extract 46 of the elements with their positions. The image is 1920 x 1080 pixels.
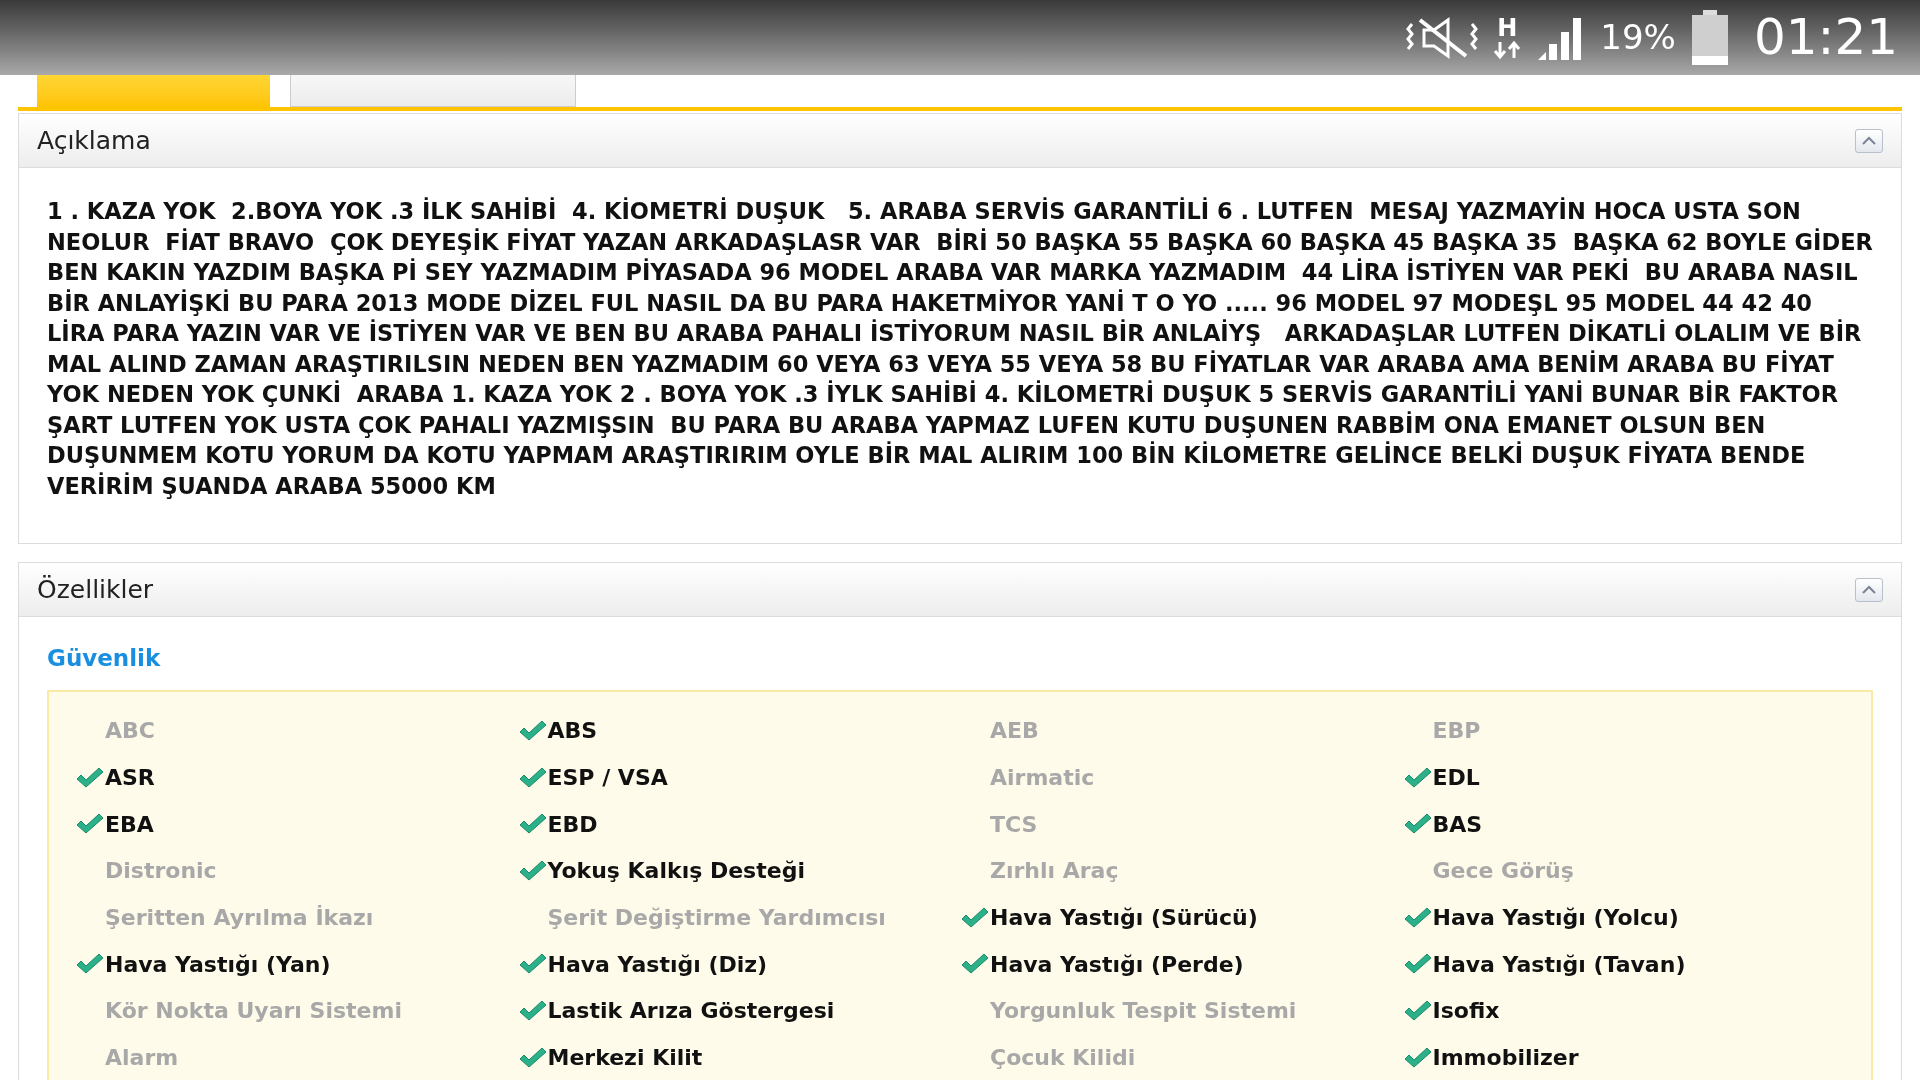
collapse-button[interactable] [1855,577,1883,602]
feature-label: Gece Görüş [1432,857,1574,886]
feature-label: TCS [990,810,1038,839]
data-arrows-icon [1492,39,1523,60]
battery-icon [1689,9,1730,66]
description-text: 1 . KAZA YOK 2.BOYA YOK .3 İLK SAHİBİ 4. KİOMETRİ DUŞUK 5. ARABA SERVİS GARANTİLİ 6 . LUTFEN MESAJ YAZMAYİN HOCA USTA SON NEOLUR FİAT BRAVO ÇOK DEYEŞİK FİYAT YAZAN ARKADAŞLASR VAR BİRİ 50 BAŞKA 55 BAŞKA 60 BAŞKA 45 BAŞKA 35 BAŞKA 62 BOYLE GİDER BEN KAKIN YAZDIM BAŞKA Pİ SEY YAZMADIM PİYASADA 96 MODEL ARABA VAR MARKA YAZMADIM 44 LİRA İSTİYEN VAR PEKİ BU ARABA NASIL BİR ANLAYİŞKİ BU PARA 2013 MODE DİZEL FUL NASIL DA BU PARA HAKETMİYOR YANİ T O YO ..... 96 MODEL 97 MODEŞL 95 MODEL 44 42 40 LİRA PARA YAZIN VAR VE İSTİYEN VAR VE BEN BU ARABA PAHALI İSTİYORUM NASIL BİR ANLAİYŞ ARKADAŞLAR LUTFEN DİKATLİ OLALIM VE BİR MAL ALIND ZAMAN ARAŞTIRILSIN NEDEN BEN YAZMADIM 60 VEYA 63 VEYA 55 VEYA 58 BU FİYATLAR VAR ARABA AMA BENİM ARABA BU FİYAT YOK NEDEN YOK ÇUNKİ ARABA 1. KAZA YOK 2 . BOYA YOK .3 İYLK SAHİBİ 4. KİLOMETRİ DUŞUK 5 SERVİS GARANTİLİ YANİ BUNAR BİR FAKTOR ŞART LUTFEN YOK USTA ÇOK PAHALI YAZMIŞSIN BU PARA BU ARABA YAPMAZ LUFEN KUTU DUŞUNEN RABBİM ONA EMANET OLSUN BEN DUŞUNMEM KOTU YORUM DA KOTU YAPMAM ARAŞTIRIRIM OYLE BİR MAL ALIRIM 100 BİN KİLOMETRE GELİNCE BELKİ DUŞUK FİYATA BENDE VERİRİM ŞUANDA ARABA 55000 KM [46,196,1874,501]
feature-label: Hava Yastığı (Sürücü) [990,904,1258,933]
feature-label: Yorgunluk Tespit Sistemi [990,997,1297,1026]
feature-label: Hava Yastığı (Yan) [105,950,331,979]
feature-label: Hava Yastığı (Tavan) [1432,950,1686,979]
feature-label: Hava Yastığı (Perde) [990,950,1244,979]
chevron-up-icon [1861,134,1877,147]
collapse-button[interactable] [1855,128,1883,153]
chevron-up-icon [1861,583,1877,596]
feature-label: Zırhlı Araç [990,857,1119,886]
mute-icon [1406,15,1479,60]
feature-label: Distronic [105,857,217,886]
panel-title: Açıklama [37,124,151,157]
clock: 01:21 [1753,7,1898,68]
feature-label: Çocuk Kilidi [990,1044,1136,1073]
feature-label: Airmatic [990,764,1095,793]
feature-label: Yokuş Kalkış Desteği [547,857,805,886]
feature-label: Alarm [105,1044,179,1073]
feature-label: ABC [105,717,155,746]
feature-label: ABS [547,717,598,746]
feature-label: BAS [1432,810,1483,839]
feature-label: Hava Yastığı (Yolcu) [1432,904,1679,933]
feature-label: EBP [1432,717,1481,746]
feature-label: AEB [990,717,1039,746]
feature-label: Hava Yastığı (Diz) [547,950,768,979]
feature-label: Şerit Değiştirme Yardımcısı [547,904,886,933]
feature-label: EDL [1432,764,1480,793]
panel-title: Özellikler [37,573,154,606]
group-title: Güvenlik [47,644,162,673]
feature-label: EBD [547,810,598,839]
feature-label: Isofix [1432,997,1500,1026]
feature-label: EBA [105,810,154,839]
feature-label: ESP / VSA [547,764,668,793]
feature-label: ASR [105,764,155,793]
network-type: H [1497,15,1518,40]
feature-label: Kör Nokta Uyarı Sistemi [105,997,402,1026]
feature-label: Immobilizer [1432,1044,1579,1073]
feature-label: Lastik Arıza Göstergesi [547,997,835,1026]
feature-label: Şeritten Ayrılma İkazı [105,904,374,933]
battery-percentage: 19% [1600,16,1676,59]
feature-label: Merkezi Kilit [547,1044,703,1073]
